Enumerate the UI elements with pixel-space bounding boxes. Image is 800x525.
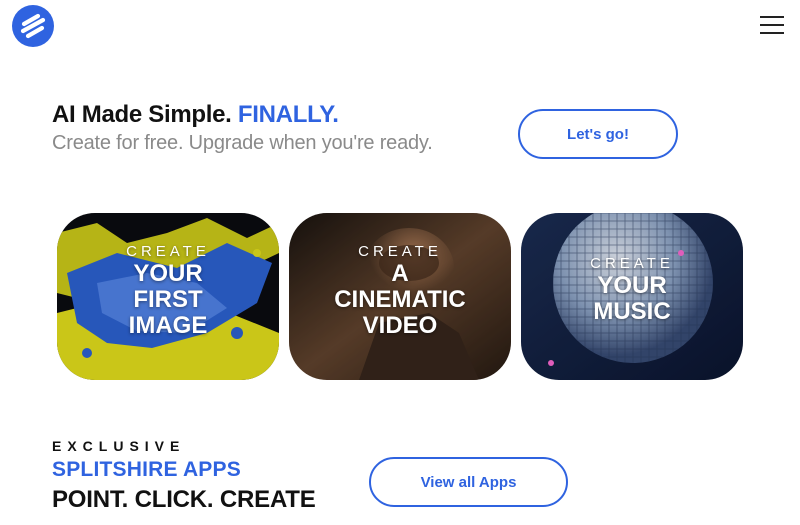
- card-title-line: A: [391, 260, 409, 287]
- apps-title: SPLITSHIRE APPS: [52, 458, 241, 481]
- card-title-line: MUSIC: [593, 298, 671, 325]
- hero-title: AI Made Simple. FINALLY.: [52, 101, 339, 129]
- view-all-apps-button[interactable]: View all Apps: [369, 457, 568, 507]
- lets-go-button[interactable]: Let's go!: [518, 109, 678, 159]
- apps-tagline: POINT. CLICK. CREATE: [52, 486, 316, 513]
- card-kicker: CREATE: [126, 243, 210, 260]
- card-title-line: YOUR: [597, 272, 667, 299]
- create-video-card[interactable]: CREATE A CINEMATIC VIDEO: [289, 213, 511, 380]
- apps-eyebrow: EXCLUSIVE: [52, 438, 186, 454]
- card-title-line: YOUR: [133, 260, 203, 287]
- splitshire-logo-icon[interactable]: [12, 5, 54, 47]
- create-image-card[interactable]: CREATE YOUR FIRST IMAGE: [57, 213, 279, 380]
- create-music-card[interactable]: CREATE YOUR MUSIC: [521, 213, 743, 380]
- card-kicker: CREATE: [590, 255, 674, 272]
- card-title-line: VIDEO: [362, 312, 438, 339]
- hero-title-main: AI Made Simple.: [52, 101, 232, 128]
- hero-title-accent: FINALLY.: [237, 101, 339, 128]
- card-title-line: IMAGE: [128, 312, 208, 339]
- card-kicker: CREATE: [358, 243, 442, 260]
- card-title-line: CINEMATIC: [334, 286, 466, 313]
- hamburger-menu-icon[interactable]: [760, 16, 786, 38]
- card-title-line: FIRST: [133, 286, 203, 313]
- hero-subtitle: Create for free. Upgrade when you're rea…: [52, 132, 433, 154]
